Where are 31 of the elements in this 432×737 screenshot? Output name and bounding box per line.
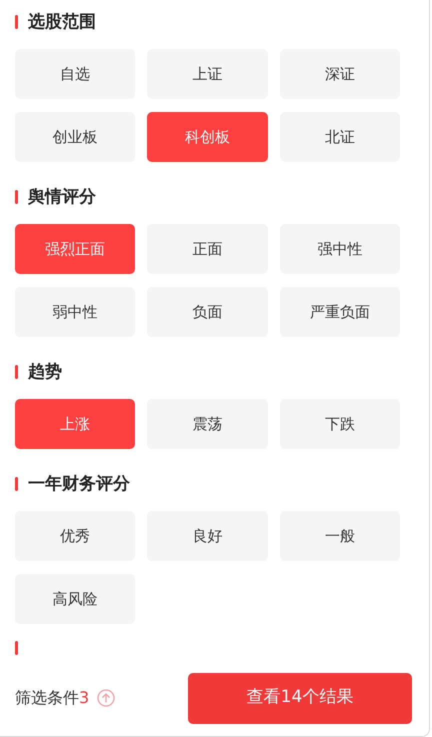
filter-option[interactable]: 强烈正面: [15, 224, 136, 274]
expand-up-icon[interactable]: [97, 689, 116, 707]
filter-option[interactable]: 深证: [280, 49, 400, 99]
filter-option[interactable]: 科创板: [147, 112, 268, 162]
filter-option[interactable]: 弱中性: [15, 287, 136, 337]
filter-option[interactable]: 上涨: [15, 399, 136, 449]
filter-option[interactable]: 严重负面: [280, 287, 400, 337]
filter-count-label: 筛选条件: [15, 687, 79, 709]
section-title: 趋势: [28, 361, 62, 384]
section-marker: [15, 365, 18, 379]
filter-option[interactable]: 创业板: [15, 112, 136, 162]
filter-option[interactable]: 高风险: [15, 574, 136, 624]
section-marker: [15, 190, 18, 204]
filter-option[interactable]: 震荡: [147, 399, 268, 449]
filter-option[interactable]: 负面: [147, 287, 268, 337]
filter-option[interactable]: 强中性: [280, 224, 400, 274]
section-marker: [15, 477, 18, 491]
filter-option[interactable]: 良好: [147, 511, 268, 561]
filter-count: 3: [79, 687, 90, 709]
filter-option[interactable]: 正面: [147, 224, 268, 274]
filter-option[interactable]: 优秀: [15, 511, 136, 561]
section-title: 舆情评分: [28, 186, 96, 209]
filter-option[interactable]: 上证: [147, 49, 268, 99]
section-marker: [15, 15, 18, 29]
filter-option[interactable]: 下跌: [280, 399, 400, 449]
filter-option[interactable]: 一般: [280, 511, 400, 561]
filter-option[interactable]: 北证: [280, 112, 400, 162]
view-results-button[interactable]: 查看14个结果: [188, 672, 412, 724]
section-title: 选股范围: [28, 11, 96, 34]
section-title: 一年财务评分: [28, 473, 130, 496]
filter-option[interactable]: 自选: [15, 49, 136, 99]
